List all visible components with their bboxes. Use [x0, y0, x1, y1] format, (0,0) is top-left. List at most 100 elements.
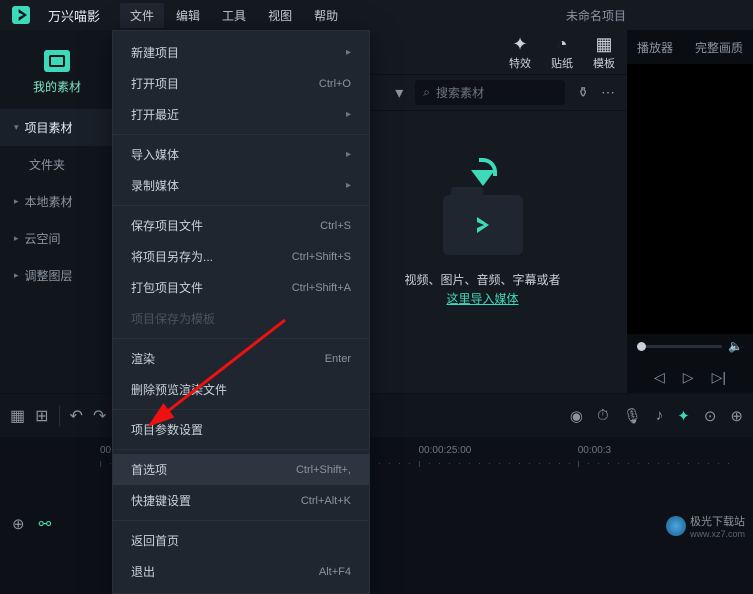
menu-item[interactable]: 保存项目文件Ctrl+S: [113, 210, 369, 241]
menu-shortcut: Ctrl+O: [319, 78, 351, 90]
timecode-tick: 00:00:25:00: [419, 445, 578, 471]
sidebar: 我的素材 ▾项目素材 文件夹 ▸本地素材 ▸云空间 ▸调整图层 ⧉ 🗑: [0, 30, 114, 437]
sort-dropdown[interactable]: ▾: [395, 83, 403, 103]
ai-icon[interactable]: ✦: [677, 407, 690, 425]
add-track-icon[interactable]: ⊕: [12, 515, 25, 533]
menu-item[interactable]: 打包项目文件 Ctrl+Shift+A: [113, 272, 369, 303]
chevron-down-icon: ▾: [14, 122, 19, 133]
tab-effects[interactable]: ✦特效: [509, 33, 531, 71]
menu-view[interactable]: 视图: [268, 7, 292, 24]
prev-frame-button[interactable]: ◁: [654, 369, 665, 386]
sidebar-item-folder[interactable]: 文件夹: [0, 146, 114, 183]
menu-item[interactable]: 新建项目▸: [113, 37, 369, 68]
menu-item[interactable]: 首选项Ctrl+Shift+,: [113, 454, 369, 485]
progress-track[interactable]: [637, 345, 722, 348]
menu-item-label: 删除预览渲染文件: [131, 381, 227, 398]
timecode-tick: 00:00:3: [578, 445, 737, 471]
volume-icon[interactable]: 🔈: [728, 339, 743, 353]
menu-item-label: 新建项目: [131, 44, 179, 61]
menu-item[interactable]: 导入媒体▸: [113, 139, 369, 170]
menu-file[interactable]: 文件: [120, 3, 164, 28]
assets-icon: [44, 50, 70, 72]
menu-item[interactable]: 录制媒体▸: [113, 170, 369, 201]
tab-label: 模板: [593, 55, 615, 71]
filter-icon[interactable]: ⚱: [577, 84, 589, 101]
progress-thumb[interactable]: [637, 342, 646, 351]
menu-shortcut: Ctrl+Shift+,: [296, 464, 351, 476]
my-assets-tab[interactable]: 我的素材: [0, 50, 114, 95]
menu-item-label: 打开最近: [131, 106, 179, 123]
sidebar-item-project[interactable]: ▾ 项目素材: [0, 109, 114, 146]
watermark-logo-icon: [666, 516, 686, 536]
menu-item[interactable]: 打开最近▸: [113, 99, 369, 130]
menu-item-label: 保存项目文件: [131, 217, 203, 234]
menu-item-label: 退出: [131, 563, 155, 580]
more-icon[interactable]: ⋯: [601, 84, 615, 101]
sidebar-item-cloud[interactable]: ▸云空间: [0, 220, 114, 257]
menu-tools[interactable]: 工具: [222, 7, 246, 24]
grid2-icon[interactable]: ⊞: [35, 406, 48, 426]
tab-sticker[interactable]: ◔贴纸: [551, 33, 573, 71]
preview-panel: 播放器 完整画质 🔈 ◁ ▷ ▷|: [627, 30, 753, 437]
sidebar-item-local[interactable]: ▸ 本地素材: [0, 183, 114, 220]
menu-help[interactable]: 帮助: [314, 7, 338, 24]
search-input[interactable]: ⌕ 搜索素材: [415, 80, 565, 105]
divider: [59, 406, 60, 426]
chevron-right-icon: ▸: [14, 196, 19, 207]
search-icon: ⌕: [423, 85, 430, 100]
menu-item[interactable]: 快捷键设置 Ctrl+Alt+K: [113, 485, 369, 516]
menu-item-label: 录制媒体: [131, 177, 179, 194]
menu-item-label: 项目保存为模板: [131, 310, 215, 327]
search-placeholder: 搜索素材: [436, 84, 484, 101]
menu-separator: [113, 449, 369, 450]
link-icon[interactable]: ⚯: [39, 515, 52, 533]
watermark: 极光下载站 www.xz7.com: [666, 513, 745, 539]
menu-shortcut: Ctrl+Alt+K: [301, 495, 351, 507]
menu-separator: [113, 338, 369, 339]
play-button[interactable]: ▷: [683, 369, 694, 386]
menu-item: 项目保存为模板: [113, 303, 369, 334]
import-dropzone[interactable]: 视频、图片、音频、字幕或者这里导入媒体: [405, 195, 561, 309]
menu-edit[interactable]: 编辑: [176, 7, 200, 24]
chevron-right-icon: ▸: [14, 270, 19, 281]
sidebar-item-label: 项目素材: [25, 119, 73, 136]
menu-item[interactable]: 删除预览渲染文件: [113, 374, 369, 405]
sidebar-nav: ▾项目素材 文件夹 ▸本地素材 ▸云空间 ▸调整图层: [0, 109, 114, 294]
mic-icon[interactable]: 🎙: [623, 407, 642, 425]
template-icon: ▦: [593, 33, 615, 55]
redo-icon[interactable]: ↷: [93, 406, 106, 426]
sidebar-item-adjust[interactable]: ▸调整图层: [0, 257, 114, 294]
import-link[interactable]: 这里导入媒体: [447, 292, 519, 306]
watermark-name: 极光下载站: [690, 513, 745, 529]
marker-icon[interactable]: ◉: [570, 407, 583, 425]
sidebar-item-label: 云空间: [25, 230, 61, 247]
menu-shortcut: Alt+F4: [319, 566, 351, 578]
menu-item[interactable]: 打开项目Ctrl+O: [113, 68, 369, 99]
menu-item[interactable]: 项目参数设置: [113, 414, 369, 445]
menu-item[interactable]: 返回首页: [113, 525, 369, 556]
sidebar-item-label: 本地素材: [25, 193, 73, 210]
next-frame-button[interactable]: ▷|: [712, 369, 726, 386]
settings-icon[interactable]: ⊙: [704, 407, 717, 425]
quality-label[interactable]: 完整画质: [695, 39, 743, 56]
mixer-icon[interactable]: ♪: [656, 407, 664, 425]
menu-item[interactable]: 退出 Alt+F4: [113, 556, 369, 587]
tab-label: 特效: [509, 55, 531, 71]
speed-icon[interactable]: ⏱: [597, 407, 609, 425]
grid-icon[interactable]: ▦: [10, 406, 25, 426]
menu-item-label: 将项目另存为...: [131, 248, 213, 265]
playback-controls: ◁ ▷ ▷|: [627, 358, 753, 396]
menu-item[interactable]: 渲染Enter: [113, 343, 369, 374]
menu-shortcut: Ctrl+Shift+A: [292, 282, 351, 294]
menu-item[interactable]: 将项目另存为...Ctrl+Shift+S: [113, 241, 369, 272]
menu-item-label: 返回首页: [131, 532, 179, 549]
undo-icon[interactable]: ↶: [70, 406, 83, 426]
zoom-in-icon[interactable]: ⊕: [730, 407, 743, 425]
tab-template[interactable]: ▦模板: [593, 33, 615, 71]
menu-item-label: 打包项目文件: [131, 279, 203, 296]
file-menu-dropdown: 新建项目▸打开项目Ctrl+O打开最近▸导入媒体▸录制媒体▸保存项目文件Ctrl…: [112, 30, 370, 594]
folder-icon: [443, 195, 523, 255]
player-label: 播放器: [637, 39, 673, 56]
preview-progress[interactable]: 🔈: [627, 334, 753, 358]
menu-item-label: 快捷键设置: [131, 492, 191, 509]
